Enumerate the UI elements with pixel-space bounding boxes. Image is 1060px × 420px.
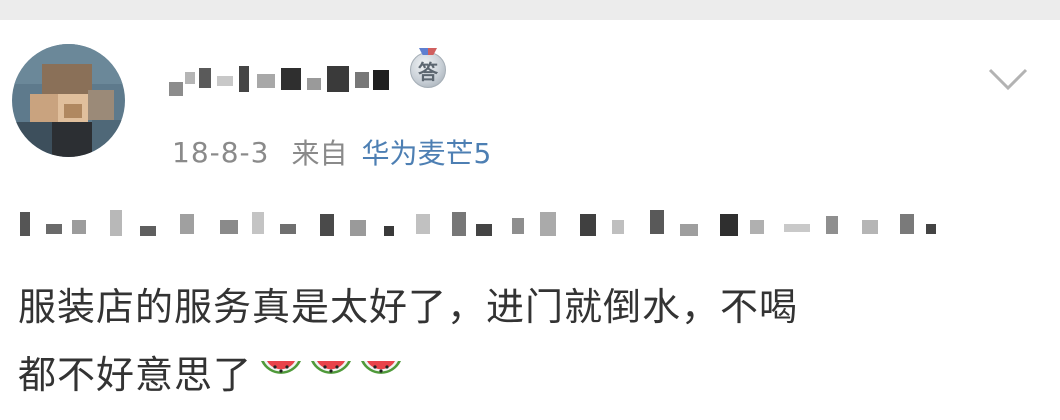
post-date: 18-8-3 (172, 135, 270, 169)
medal-ribbon (419, 48, 437, 55)
top-strip (0, 0, 1060, 20)
username-obscured[interactable] (165, 48, 405, 104)
watermelon-icon (311, 360, 352, 374)
watermelon-icon (361, 360, 402, 374)
post-content-line-1: 服装店的服务真是太好了，进门就倒水，不喝 (18, 285, 799, 329)
medal-label: 答 (418, 59, 438, 84)
chevron-down-icon[interactable] (984, 64, 1032, 94)
answer-medal-icon: 答 (410, 48, 446, 88)
post-content-line-2-text: 都不好意思了 (18, 353, 253, 397)
device-link[interactable]: 华为麦芒5 (361, 132, 491, 172)
avatar[interactable] (12, 44, 125, 157)
source-label: 来自 (291, 137, 348, 170)
obscured-text-line (20, 190, 940, 250)
watermelon-icon (261, 360, 302, 374)
post-meta: 18-8-3 来自 华为麦芒5 (172, 132, 491, 172)
post-content-line-2: 都不好意思了 (18, 344, 404, 399)
